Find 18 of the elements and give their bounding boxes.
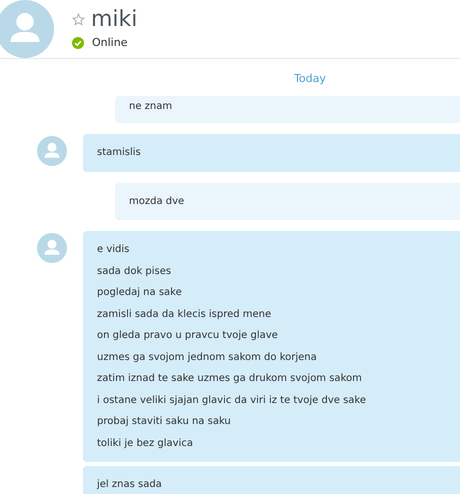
message-text: ne znam <box>129 100 174 114</box>
message-text: uzmes ga svojom jednom sakom do korjena <box>97 350 318 364</box>
message-text: mozda dve <box>129 194 186 208</box>
message-text: zatim iznad te sake uzmes ga drukom svojom sakom <box>97 372 363 386</box>
message-text: toliki je bez glavica <box>97 436 194 450</box>
message-text: sada dok pises <box>97 264 172 278</box>
message-text: zamisli sada da klecis ispred mene <box>97 308 272 322</box>
message-text: e vidis <box>97 243 130 257</box>
message-text: stamislis <box>97 146 142 160</box>
message-text: pogledaj na sake <box>97 286 183 300</box>
message-text: probaj staviti saku na saku <box>97 415 232 429</box>
contact-name: miki <box>91 6 138 33</box>
message-text: i ostane veliki sjajan glavic da viri iz te tvoje dve sake <box>97 394 368 408</box>
status-text: Online <box>92 34 128 51</box>
message-text: jel znas sada <box>97 478 163 492</box>
star-icon[interactable] <box>72 13 85 26</box>
day-label: Today <box>294 71 326 87</box>
message-text: on gleda pravo u pravcu tvoje glave <box>97 329 279 343</box>
